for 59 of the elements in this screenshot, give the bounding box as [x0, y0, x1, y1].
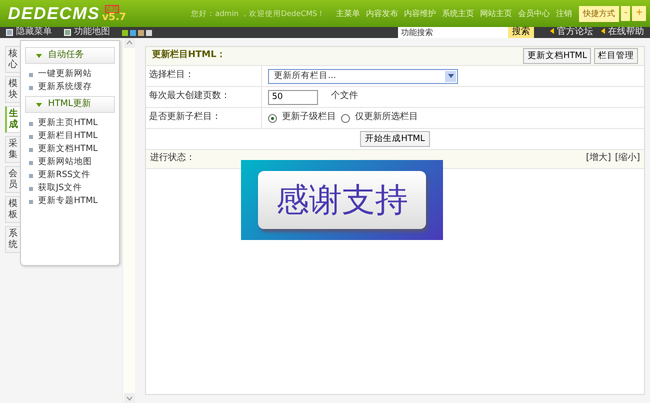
menu-item[interactable]: 一键更新网站 — [25, 68, 115, 81]
radio-button[interactable] — [268, 114, 277, 122]
search-button[interactable]: 搜索 — [508, 27, 534, 38]
field-label: 是否更新子栏目： — [146, 108, 262, 128]
menu-item[interactable]: 更新网站地图 — [25, 156, 115, 169]
side-tab[interactable]: 模块 — [5, 76, 20, 103]
skin-swatch[interactable] — [146, 30, 152, 36]
toolbar-link[interactable]: 隐藏菜单 — [6, 26, 52, 40]
skin-swatch[interactable] — [122, 30, 128, 36]
header-button[interactable]: 更新文档HTML — [523, 48, 591, 64]
arrow-icon — [601, 28, 605, 34]
grid-icon — [64, 29, 71, 36]
toolbar-link[interactable]: 功能地图 — [64, 26, 110, 40]
side-tab[interactable]: 核心 — [5, 46, 20, 73]
side-tab[interactable]: 采集 — [5, 136, 20, 163]
zoom-link[interactable]: [增大] — [586, 153, 611, 164]
column-select[interactable]: 更新所有栏目... — [268, 68, 458, 84]
menu-icon — [6, 29, 13, 36]
field-label: 每次最大创建页数： — [146, 87, 262, 107]
radio-label[interactable]: 仅更新所选栏目 — [355, 111, 418, 125]
menu-item[interactable]: 获取JS文件 — [25, 182, 115, 195]
header-button[interactable]: 栏目管理 — [594, 48, 638, 64]
radio-button[interactable] — [341, 114, 350, 122]
scrollbar[interactable] — [122, 38, 135, 403]
menu-item[interactable]: 更新栏目HTML — [25, 130, 115, 143]
unit-text: 个文件 — [331, 90, 358, 104]
menu-item[interactable]: 更新专题HTML — [25, 195, 115, 208]
dropdown-icon[interactable] — [445, 70, 456, 82]
menu-group-header[interactable]: 自动任务 — [25, 47, 115, 64]
side-tab[interactable]: 会员 — [5, 166, 20, 193]
help-link[interactable]: 官方论坛 — [550, 26, 593, 40]
logo: DEDECMS — [8, 4, 100, 24]
side-tab[interactable]: 生成 — [5, 106, 20, 133]
field-label: 选择栏目： — [146, 66, 262, 86]
menu-item[interactable]: 更新系统缓存 — [25, 81, 115, 94]
side-tab[interactable]: 模板 — [5, 196, 20, 223]
help-link[interactable]: 在线帮助 — [601, 26, 644, 40]
panel-title: 更新栏目HTML： — [152, 49, 226, 62]
side-tab[interactable]: 系统 — [5, 226, 20, 253]
zoom-link[interactable]: [缩小] — [614, 153, 640, 164]
skin-swatch[interactable] — [138, 30, 144, 36]
pages-input[interactable]: 50 — [268, 90, 318, 104]
version-label: v5.7 — [102, 12, 126, 22]
menu-item[interactable]: 更新RSS文件 — [25, 169, 115, 182]
menu-item[interactable]: 更新主页HTML — [25, 117, 115, 130]
caret-icon — [36, 54, 42, 58]
scroll-down-icon[interactable] — [124, 393, 134, 403]
caret-icon — [36, 102, 42, 106]
radio-label[interactable]: 更新子级栏目 — [282, 111, 336, 125]
search-field[interactable]: 功能搜索 — [398, 27, 508, 38]
shortcut-button[interactable]: 快捷方式 — [579, 6, 620, 22]
skin-swatch[interactable] — [130, 30, 136, 36]
status-label: 进行状态： — [150, 152, 195, 166]
start-button[interactable]: 开始生成HTML — [360, 130, 430, 148]
menu-item[interactable]: 更新文档HTML — [25, 143, 115, 156]
banner-text: 感谢支持 — [258, 171, 426, 229]
menu-group-header[interactable]: HTML更新 — [25, 96, 115, 113]
arrow-icon — [550, 28, 554, 34]
scroll-up-icon[interactable] — [124, 38, 134, 48]
